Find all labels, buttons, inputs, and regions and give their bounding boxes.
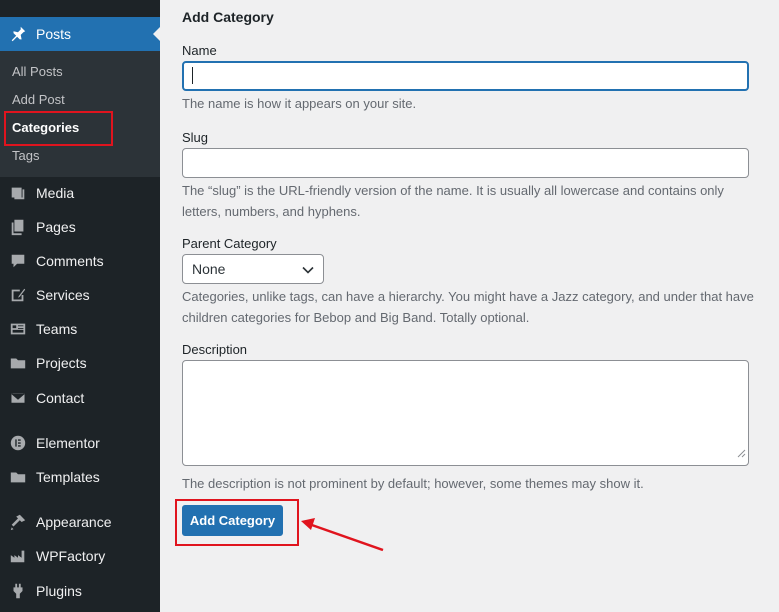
sidebar-item-label: Media: [36, 185, 75, 201]
submenu-tags[interactable]: Tags: [12, 148, 39, 163]
description-label: Description: [182, 342, 248, 357]
sidebar-item-label: Plugins: [36, 583, 82, 599]
submenu-add-post[interactable]: Add Post: [12, 92, 65, 107]
sidebar-item-comments[interactable]: Comments: [0, 246, 160, 276]
parent-category-select[interactable]: None: [182, 254, 324, 284]
text-caret: [192, 67, 193, 84]
pin-icon: [0, 25, 36, 43]
highlight-box-add-category: [175, 499, 299, 546]
comments-icon: [0, 252, 36, 270]
sidebar-item-services[interactable]: Services: [0, 280, 160, 310]
chevron-down-icon: [301, 263, 315, 280]
description-help-text: The description is not prominent by defa…: [182, 476, 644, 491]
contact-icon: [0, 389, 36, 407]
name-input[interactable]: [182, 61, 749, 91]
sidebar-item-label: WPFactory: [36, 548, 106, 564]
sidebar-item-contact[interactable]: Contact: [0, 383, 160, 413]
sidebar-item-teams[interactable]: Teams: [0, 314, 160, 344]
sidebar-item-pages[interactable]: Pages: [0, 212, 160, 242]
sidebar-item-label: Appearance: [36, 514, 112, 530]
elementor-icon: [0, 434, 36, 452]
slug-label: Slug: [182, 130, 209, 145]
parent-category-label: Parent Category: [182, 236, 277, 251]
sidebar-item-appearance[interactable]: Appearance: [0, 507, 160, 537]
admin-sidebar: Posts All Posts Add Post Categories Tags…: [0, 0, 160, 612]
appearance-icon: [0, 513, 36, 531]
sidebar-item-label: Services: [36, 287, 90, 303]
current-menu-arrow: [153, 27, 160, 41]
slug-help-text: The “slug” is the URL-friendly version o…: [182, 183, 724, 219]
parent-category-help-text: Categories, unlike tags, can have a hier…: [182, 289, 754, 325]
resize-grip-icon[interactable]: [737, 445, 746, 463]
form-title: Add Category: [182, 9, 274, 25]
sidebar-item-plugins[interactable]: Plugins: [0, 576, 160, 606]
submenu-all-posts[interactable]: All Posts: [12, 64, 63, 79]
sidebar-item-elementor[interactable]: Elementor: [0, 428, 160, 458]
wpfactory-icon: [0, 547, 36, 565]
sidebar-item-label: Teams: [36, 321, 78, 337]
templates-icon: [0, 468, 36, 486]
description-textarea[interactable]: [182, 360, 749, 466]
select-value: None: [192, 261, 226, 277]
sidebar-item-label: Pages: [36, 219, 76, 235]
sidebar-item-projects[interactable]: Projects: [0, 348, 160, 378]
sidebar-item-label: Templates: [36, 469, 100, 485]
name-help-text: The name is how it appears on your site.: [182, 96, 417, 111]
sidebar-item-wpfactory[interactable]: WPFactory: [0, 541, 160, 571]
sidebar-item-label: Elementor: [36, 435, 100, 451]
projects-icon: [0, 354, 36, 372]
sidebar-item-templates[interactable]: Templates: [0, 462, 160, 492]
name-label: Name: [182, 43, 217, 58]
sidebar-item-media[interactable]: Media: [0, 178, 160, 208]
sidebar-item-label: Projects: [36, 355, 87, 371]
sidebar-item-label: Contact: [36, 390, 85, 406]
teams-icon: [0, 320, 36, 338]
plugins-icon: [0, 582, 36, 600]
sidebar-item-label: Posts: [36, 26, 72, 42]
sidebar-item-label: Comments: [36, 253, 104, 269]
sidebar-item-posts[interactable]: Posts: [0, 17, 160, 51]
services-icon: [0, 286, 36, 304]
pages-icon: [0, 218, 36, 236]
highlight-box-categories: [4, 111, 113, 146]
slug-input[interactable]: [182, 148, 749, 178]
media-icon: [0, 184, 36, 202]
annotation-arrow: [301, 518, 384, 552]
